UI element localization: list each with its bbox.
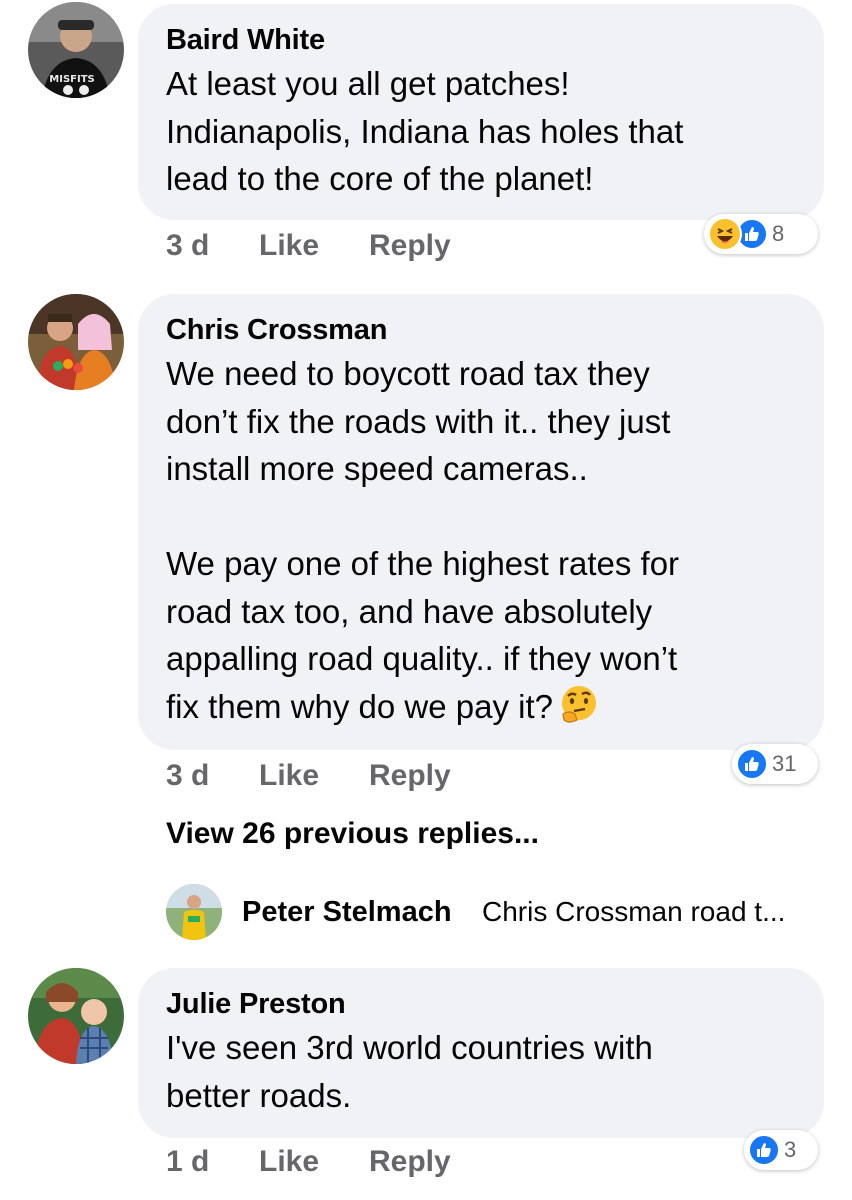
reaction-summary[interactable]: 31 xyxy=(732,744,818,784)
reaction-count: 31 xyxy=(772,751,797,776)
comment-timestamp[interactable]: 1 d xyxy=(166,1142,209,1182)
reply-button[interactable]: Reply xyxy=(369,226,451,266)
thinking-face-icon xyxy=(559,684,599,737)
comment-author[interactable]: Baird White xyxy=(166,22,796,58)
avatar[interactable] xyxy=(28,294,124,390)
comment-text-body: We need to boycott road tax they don’t f… xyxy=(166,355,680,725)
reaction-summary[interactable]: 8 xyxy=(704,214,818,254)
reaction-count: 3 xyxy=(784,1137,797,1162)
avatar[interactable] xyxy=(166,884,222,940)
haha-icon xyxy=(708,217,742,251)
avatar[interactable] xyxy=(28,968,124,1064)
comment-author[interactable]: Julie Preston xyxy=(166,986,796,1022)
like-button[interactable]: Like xyxy=(259,226,319,266)
reply-author[interactable]: Peter Stelmach xyxy=(242,893,452,931)
comment-bubble: Baird White At least you all get patches… xyxy=(138,4,824,220)
comment-bubble: Chris Crossman We need to boycott road t… xyxy=(138,294,824,750)
like-button[interactable]: Like xyxy=(259,1142,319,1182)
reply-button[interactable]: Reply xyxy=(369,1142,451,1182)
reply-button[interactable]: Reply xyxy=(369,756,451,796)
like-icon xyxy=(736,748,768,780)
comment-bubble: Julie Preston I've seen 3rd world countr… xyxy=(138,968,824,1138)
comment-timestamp[interactable]: 3 d xyxy=(166,226,209,266)
avatar[interactable]: MISFITS xyxy=(28,2,124,98)
comment-text: We need to boycott road tax they don’t f… xyxy=(166,350,796,736)
view-previous-replies-link[interactable]: View 26 previous replies... xyxy=(166,814,539,854)
reaction-summary[interactable]: 3 xyxy=(744,1130,818,1170)
svg-text:MISFITS: MISFITS xyxy=(49,74,94,85)
like-icon xyxy=(748,1134,780,1166)
reply-preview-text: Chris Crossman road t... xyxy=(482,896,786,927)
comment-text: At least you all get patches! Indianapol… xyxy=(166,65,684,197)
comment-timestamp[interactable]: 3 d xyxy=(166,756,209,796)
reaction-count: 8 xyxy=(772,221,785,246)
comment-author[interactable]: Chris Crossman xyxy=(166,312,796,348)
like-button[interactable]: Like xyxy=(259,756,319,796)
comment-text: I've seen 3rd world countries with bette… xyxy=(166,1029,653,1114)
